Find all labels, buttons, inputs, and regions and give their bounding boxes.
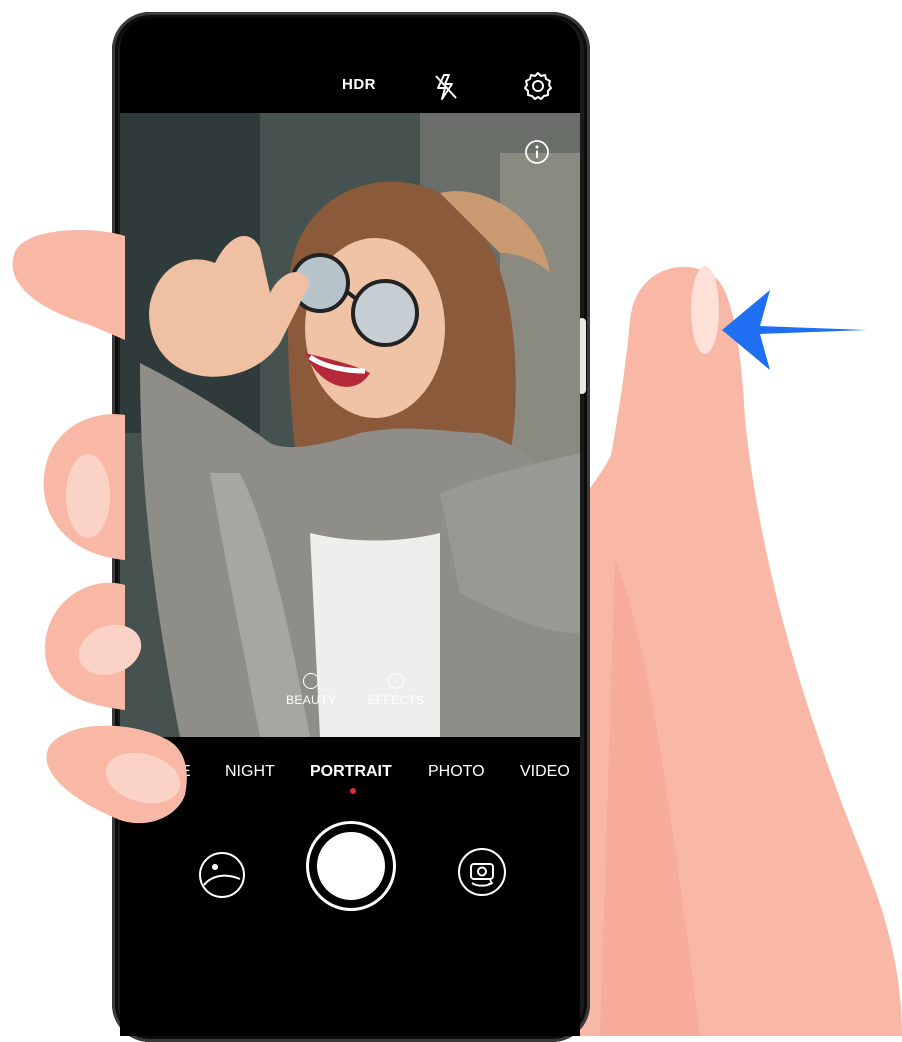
gallery-thumbnail-icon[interactable] <box>198 851 246 899</box>
viewfinder[interactable]: BEAUTY EFFECTS <box>120 113 580 737</box>
effects-option[interactable]: EFFECTS <box>361 673 431 707</box>
mode-photo[interactable]: PHOTO <box>428 763 485 781</box>
beauty-option[interactable]: BEAUTY <box>276 673 346 707</box>
effects-label: EFFECTS <box>367 693 425 707</box>
camera-mode-selector: E NIGHT PORTRAIT PHOTO VIDEO <box>120 763 580 791</box>
swipe-left-arrow-icon <box>722 290 867 370</box>
shutter-inner <box>317 832 385 900</box>
mode-night[interactable]: NIGHT <box>225 763 275 781</box>
mode-video[interactable]: VIDEO <box>520 763 570 781</box>
shutter-button[interactable] <box>306 821 396 911</box>
gear-icon[interactable] <box>522 70 554 102</box>
beauty-icon <box>303 673 319 689</box>
active-mode-indicator <box>350 788 356 794</box>
mode-portrait[interactable]: PORTRAIT <box>310 763 392 781</box>
camera-screen: HDR BEAUTY EFFECTS E NIGHT PORTRAIT PHOT… <box>120 18 580 1036</box>
effects-icon <box>388 673 404 689</box>
mode-more[interactable]: E <box>180 763 191 781</box>
selfie-photo <box>120 113 580 737</box>
flash-off-icon[interactable] <box>432 72 460 102</box>
switch-camera-icon[interactable] <box>457 847 507 897</box>
beauty-label: BEAUTY <box>286 693 336 707</box>
info-icon[interactable] <box>524 139 550 165</box>
camera-top-bar: HDR <box>120 18 580 113</box>
hdr-toggle[interactable]: HDR <box>342 76 376 93</box>
